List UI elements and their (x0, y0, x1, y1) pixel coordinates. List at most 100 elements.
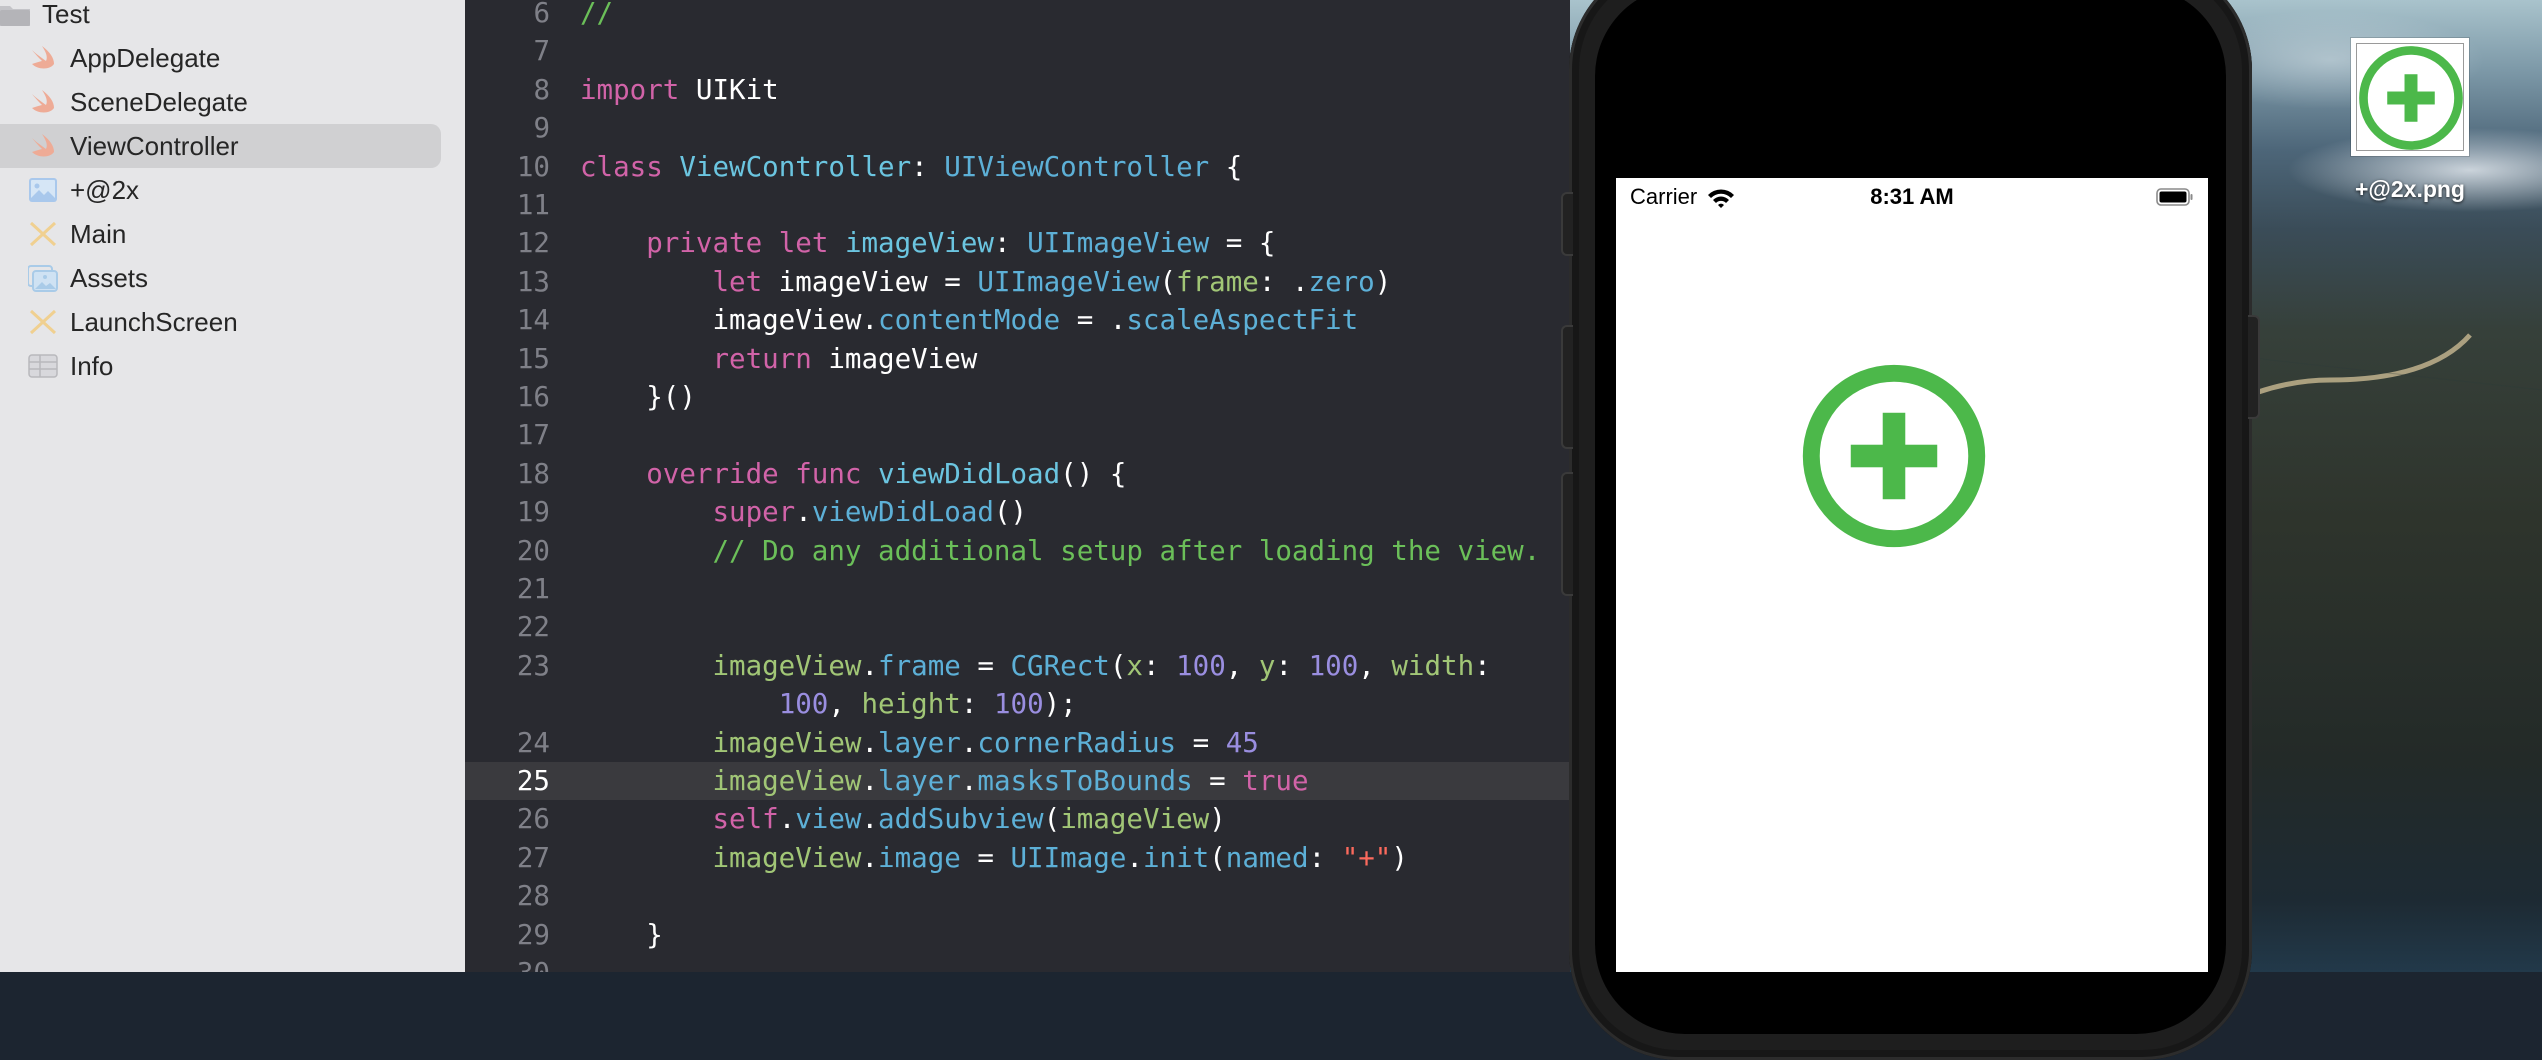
code-token: imageView (844, 227, 994, 260)
code-line[interactable]: 18 override func viewDidLoad() { (465, 455, 1570, 493)
code-line[interactable]: 17 (465, 416, 1570, 454)
code-token: : (960, 688, 994, 721)
code-token: . (960, 726, 978, 759)
tree-item-label: Assets (70, 262, 149, 293)
code-token: // Do any additional setup after loading… (712, 534, 1541, 567)
code-line[interactable]: 22 (465, 608, 1570, 646)
code-text: imageView.layer.cornerRadius = 45 (580, 724, 1258, 762)
line-number: 27 (516, 841, 550, 874)
code-token: = (1176, 726, 1226, 759)
code-token: ( (1043, 803, 1061, 836)
code-token: ) (1374, 265, 1392, 298)
tree-item-launchscreen[interactable]: LaunchScreen (0, 300, 441, 344)
code-token: viewDidLoad (878, 457, 1061, 490)
asset-catalog-icon (28, 265, 58, 292)
code-text: super.viewDidLoad() (580, 493, 1027, 531)
code-line[interactable]: 11 (465, 186, 1570, 224)
tree-item-scenedelegate[interactable]: SceneDelegate (0, 80, 441, 124)
code-line[interactable]: 10 class ViewController: UIViewController… (465, 148, 1570, 186)
code-token: { (1209, 150, 1243, 183)
code-line[interactable]: 12 private let imageView: UIImageView = … (465, 224, 1570, 262)
code-line[interactable]: 19 super.viewDidLoad() (465, 493, 1570, 531)
code-line[interactable]: 15 return imageView (465, 340, 1570, 378)
code-token: . (861, 841, 879, 874)
code-line[interactable]: 28 (465, 877, 1570, 915)
swift-icon (32, 134, 54, 157)
code-token: imageView (712, 649, 862, 682)
silent-switch[interactable] (1561, 192, 1573, 256)
code-token: cornerRadius (977, 726, 1177, 759)
code-token: () (993, 496, 1028, 529)
tree-item-viewcontroller[interactable]: ViewController (0, 124, 441, 168)
code-line-wrap[interactable]: 100, height: 100); (465, 685, 1570, 723)
tree-item-info[interactable]: Info (0, 344, 441, 388)
code-token: image (878, 841, 961, 874)
code-token: 100 (778, 688, 829, 721)
code-line[interactable]: 6 // (465, 0, 1570, 32)
code-token: true (1242, 765, 1309, 797)
code-token: . (778, 803, 796, 836)
line-number: 25 (516, 765, 550, 797)
line-number: 19 (516, 496, 550, 529)
code-line[interactable]: 29 } (465, 916, 1570, 954)
code-line[interactable]: 9 (465, 109, 1570, 147)
tree-item-test-group[interactable]: Test (0, 0, 441, 36)
code-token: view (795, 803, 862, 836)
code-line[interactable]: 13 let imageView = UIImageView(frame: .z… (465, 263, 1570, 301)
code-token: zero (1308, 265, 1375, 298)
code-token: UIImageView (1027, 227, 1210, 260)
code-token: ( (1109, 649, 1127, 682)
desktop-file-label[interactable]: +@2x.png (2310, 176, 2510, 203)
desktop-file-plus-2x-png[interactable] (2351, 38, 2469, 156)
battery-icon (2156, 188, 2193, 206)
tree-item-main[interactable]: Main (0, 212, 441, 256)
tree-item-plus-2x[interactable]: +@2x (0, 168, 441, 212)
power-button[interactable] (2248, 315, 2260, 419)
line-number: 24 (516, 726, 550, 759)
tree-item-assets[interactable]: Assets (0, 256, 441, 300)
code-line[interactable]: 14 imageView.contentMode = .scaleAspectF… (465, 301, 1570, 339)
project-navigator: Test AppDelegate SceneDelegate ViewContr… (0, 0, 465, 972)
line-number: 14 (516, 304, 550, 337)
code-token: . (861, 765, 879, 797)
code-line[interactable]: 7 (465, 32, 1570, 70)
line-number: 9 (533, 112, 550, 145)
code-token: width (1391, 649, 1475, 682)
code-token: ); (1043, 688, 1077, 721)
code-token: super (712, 496, 796, 529)
code-token: let (778, 227, 829, 260)
code-line[interactable]: 16 }() (465, 378, 1570, 416)
code-line[interactable]: 25 imageView.layer.masksToBounds = true (465, 762, 1570, 800)
code-line[interactable]: 27 imageView.image = UIImage.init(named:… (465, 839, 1570, 877)
code-line[interactable]: 26 self.view.addSubview(imageView) (465, 800, 1570, 838)
code-line[interactable]: 8 import UIKit (465, 71, 1570, 109)
code-line[interactable]: 23 imageView.frame = CGRect(x: 100, y: 1… (465, 647, 1570, 685)
code-token: }() (580, 381, 696, 413)
code-token: = . (1060, 304, 1127, 337)
code-editor[interactable]: 6 // 7 8 import UIKit 9 10 class ViewController… (465, 0, 1570, 972)
code-line[interactable]: 30 (465, 954, 1570, 972)
code-text: import UIKit (580, 71, 779, 109)
line-number: 17 (516, 419, 550, 452)
code-line[interactable]: 24 imageView.layer.cornerRadius = 45 (465, 724, 1570, 762)
folder-icon (0, 6, 30, 26)
line-number: 11 (516, 189, 550, 221)
tree-item-appdelegate[interactable]: AppDelegate (0, 36, 441, 80)
volume-up-button[interactable] (1561, 325, 1573, 449)
code-token: . (795, 496, 812, 529)
volume-down-button[interactable] (1561, 472, 1573, 596)
tree-item-label: Info (70, 350, 114, 381)
code-line[interactable]: 20 // Do any additional setup after load… (465, 532, 1570, 570)
code-token: // (580, 0, 614, 29)
code-line[interactable]: 21 (465, 570, 1570, 608)
line-number: 12 (516, 227, 550, 260)
simulator-screen[interactable]: Carrier 8:31 AM (1616, 178, 2208, 972)
line-number: 8 (533, 73, 550, 106)
